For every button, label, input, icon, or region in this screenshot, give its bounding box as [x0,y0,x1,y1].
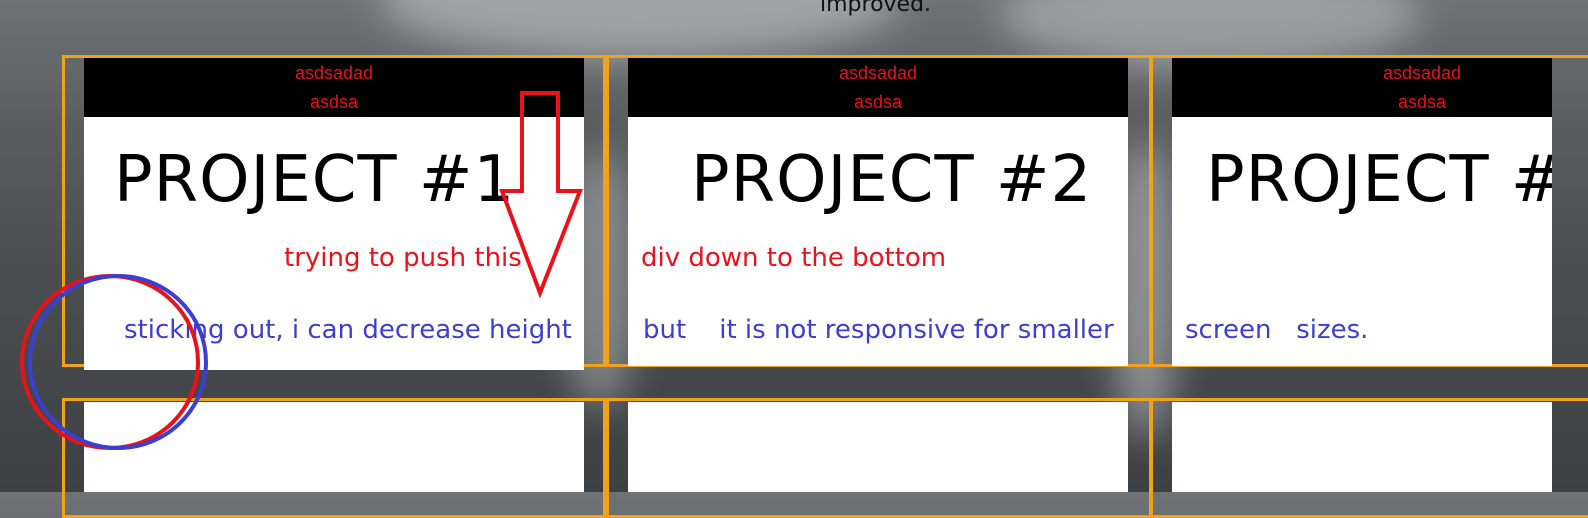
lower-card-2 [628,402,1128,492]
header-line-2: asdsa [1397,92,1447,112]
card-header: asdsadad asdsa [628,58,1128,117]
header-line-1: asdsadad [294,63,374,83]
down-arrow-annotation-icon [499,91,583,299]
annotation-red-1: trying to push this [284,243,522,273]
header-line-1: asdsadad [1382,63,1462,83]
page: { "top_note": "improved.", "cards": [ {"… [0,0,1588,518]
annotation-blue-2: but it is not responsive for smaller [643,315,1114,345]
card-title: PROJECT #2 [691,143,1093,217]
lower-card-3 [1172,402,1552,492]
card-title: PROJECT #3 [1206,143,1552,217]
header-line-1: asdsadad [838,63,918,83]
annotation-red-2: div down to the bottom [641,243,947,273]
card-title: PROJECT #1 [114,143,516,217]
annotation-blue-3: screen sizes. [1185,315,1369,345]
card-header: asdsadad asdsa [1172,58,1552,117]
circle-annotation-icon [20,274,208,450]
top-note: improved. [820,0,932,17]
header-line-2: asdsa [853,92,903,112]
